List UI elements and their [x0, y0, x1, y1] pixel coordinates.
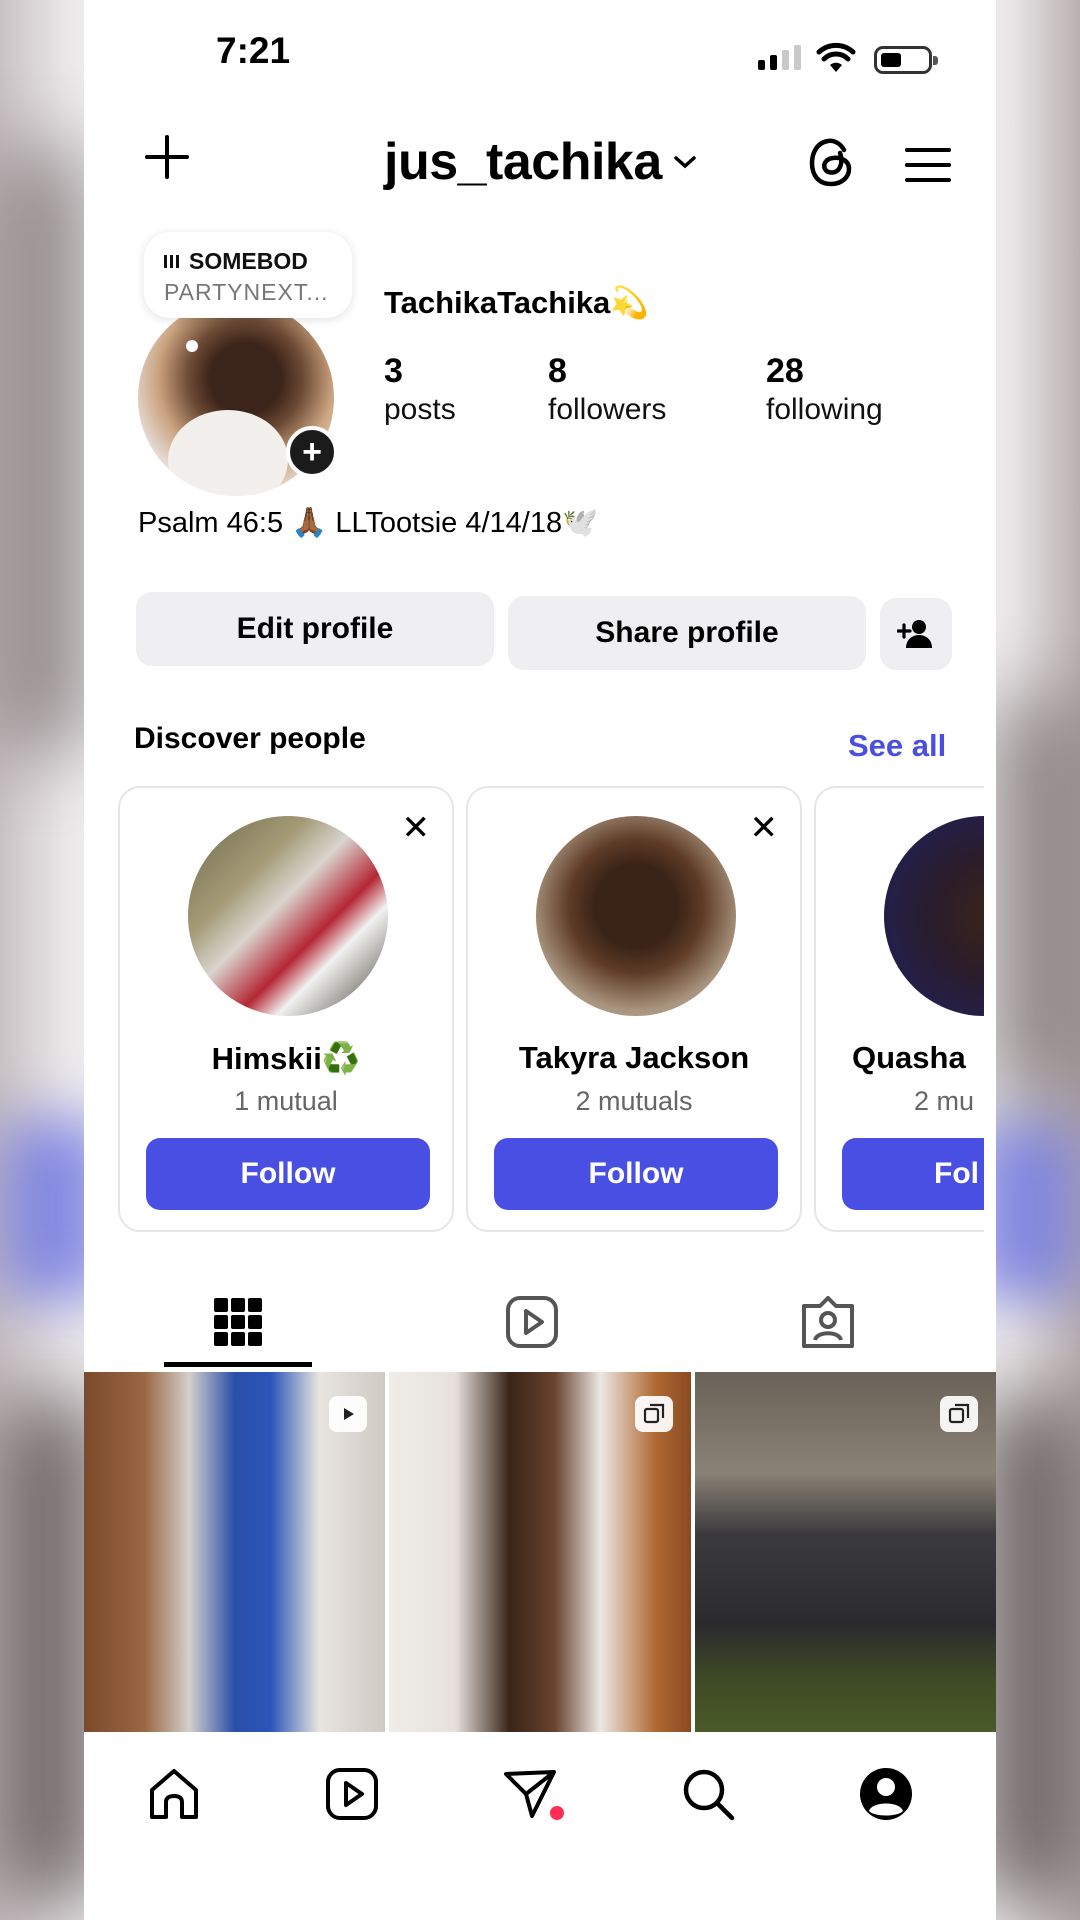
suggestion-name[interactable]: Quasha: [816, 1040, 984, 1076]
following-stat[interactable]: 28 following: [766, 352, 883, 427]
posts-stat[interactable]: 3 posts: [384, 352, 456, 427]
profile-tabs: [84, 1270, 996, 1370]
follow-button[interactable]: Follow: [494, 1138, 778, 1210]
grid-icon[interactable]: [208, 1292, 268, 1352]
suggestion-avatar[interactable]: [188, 816, 388, 1016]
dismiss-icon[interactable]: ✕: [402, 808, 431, 848]
posts-label: posts: [384, 393, 456, 426]
suggestion-card: ✕ Takyra Jackson 2 mutuals Follow: [466, 786, 802, 1232]
home-icon[interactable]: [144, 1764, 204, 1824]
reel-badge-icon: [329, 1396, 368, 1432]
post-thumbnail[interactable]: [389, 1372, 691, 1732]
profile-bio: Psalm 46:5 🙏🏾 LLTootsie 4/14/18🕊️: [138, 506, 598, 540]
follow-button[interactable]: Follow: [146, 1138, 430, 1210]
follow-button[interactable]: Fol: [842, 1138, 984, 1210]
chevron-down-icon: [674, 156, 696, 169]
song-title: SOMEBOD: [189, 248, 308, 274]
dove-emoji: 🕊️: [562, 507, 599, 539]
active-tab-indicator: [164, 1362, 312, 1367]
profile-icon[interactable]: [856, 1764, 916, 1824]
display-name: TachikaTachika💫: [384, 284, 649, 321]
discover-people-button[interactable]: [880, 598, 952, 670]
add-person-icon: [897, 620, 932, 648]
profile-music-note[interactable]: SOMEBOD PARTYNEXT...: [144, 232, 352, 318]
reels-nav-icon[interactable]: [322, 1764, 382, 1824]
bottom-navigation: [84, 1734, 996, 1920]
edit-profile-button[interactable]: Edit profile: [136, 592, 494, 666]
threads-icon[interactable]: [806, 136, 856, 188]
discover-carousel[interactable]: ✕ Himskii♻️ 1 mutual Follow ✕ Takyra Jac…: [84, 786, 984, 1246]
search-icon[interactable]: [678, 1764, 738, 1824]
plus-icon[interactable]: [144, 134, 190, 180]
sparkle-emoji: 💫: [610, 285, 649, 320]
wifi-icon: [816, 42, 856, 72]
status-time: 7:21: [216, 30, 291, 71]
following-label: following: [766, 393, 883, 426]
battery-icon: [874, 46, 938, 74]
following-count: 28: [766, 352, 804, 390]
posts-grid: [84, 1372, 996, 1732]
suggestion-avatar[interactable]: [884, 816, 984, 1016]
notification-dot: [550, 1806, 564, 1820]
add-story-icon[interactable]: +: [286, 426, 338, 478]
profile-header: jus_tachika: [84, 120, 996, 210]
tagged-icon[interactable]: [798, 1292, 858, 1352]
post-thumbnail[interactable]: [84, 1372, 386, 1732]
cellular-signal-icon: [758, 45, 801, 70]
see-all-link[interactable]: See all: [848, 728, 946, 764]
suggestion-mutuals: 2 mutuals: [575, 1086, 693, 1116]
posts-count: 3: [384, 352, 403, 390]
suggestion-mutuals: 1 mutual: [234, 1086, 338, 1116]
status-bar: 7:21: [84, 0, 996, 110]
praying-hands-emoji: 🙏🏾: [291, 507, 328, 539]
followers-count: 8: [548, 352, 567, 390]
account-switcher[interactable]: jus_tachika: [384, 132, 698, 192]
suggestion-name[interactable]: Takyra Jackson: [468, 1040, 800, 1076]
discover-people-title: Discover people: [134, 722, 366, 755]
bio-text-2: LLTootsie 4/14/18: [335, 507, 563, 539]
username: jus_tachika: [384, 133, 662, 191]
profile-avatar[interactable]: +: [138, 300, 338, 500]
carousel-badge-icon: [634, 1396, 673, 1432]
song-artist: PARTYNEXT...: [164, 279, 329, 305]
post-thumbnail[interactable]: [694, 1372, 996, 1732]
display-name-text: TachikaTachika: [384, 285, 611, 320]
followers-stat[interactable]: 8 followers: [548, 352, 666, 427]
suggestion-card: Quasha 2 mu Fol: [814, 786, 984, 1232]
suggestion-name[interactable]: Himskii♻️: [120, 1040, 452, 1077]
bubble-tail: [186, 340, 198, 352]
music-bars-icon: [164, 255, 179, 268]
reels-icon[interactable]: [502, 1292, 562, 1352]
followers-label: followers: [548, 393, 667, 426]
dismiss-icon[interactable]: ✕: [750, 808, 779, 848]
suggestion-mutuals: 2 mu: [914, 1086, 975, 1116]
suggestion-avatar[interactable]: [536, 816, 736, 1016]
share-profile-button[interactable]: Share profile: [508, 596, 866, 670]
bio-text-1: Psalm 46:5: [138, 507, 284, 539]
suggestion-card: ✕ Himskii♻️ 1 mutual Follow: [118, 786, 454, 1232]
menu-icon[interactable]: [904, 146, 952, 184]
carousel-badge-icon: [939, 1396, 978, 1432]
profile-screen: 7:21 jus_tachika + SOMEBOD PARTYNEXT... …: [84, 0, 996, 1920]
